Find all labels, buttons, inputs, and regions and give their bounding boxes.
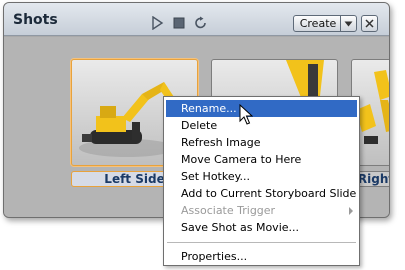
menu-item-save-movie[interactable]: Save Shot as Movie... [164,219,359,236]
menu-item-delete[interactable]: Delete [164,117,359,134]
close-button[interactable] [361,15,378,32]
menu-item-associate-trigger: Associate Trigger [164,202,359,219]
mouse-cursor-icon [239,104,253,125]
stop-icon[interactable] [172,16,186,30]
panel-titlebar: Shots Create [4,3,389,36]
menu-item-add-to-storyboard[interactable]: Add to Current Storyboard Slide [164,185,359,202]
menu-item-properties[interactable]: Properties... [164,248,359,265]
menu-separator [167,242,356,243]
close-icon [365,19,374,28]
menu-item-refresh-image[interactable]: Refresh Image [164,134,359,151]
panel-title: Shots [13,12,58,28]
menu-item-move-camera[interactable]: Move Camera to Here [164,151,359,168]
loop-icon[interactable] [194,16,208,30]
menu-item-set-hotkey[interactable]: Set Hotkey... [164,168,359,185]
create-button-label: Create [299,17,337,30]
create-button[interactable]: Create [293,15,357,32]
context-menu: Rename... Delete Refresh Image Move Came… [163,96,360,266]
menu-item-rename[interactable]: Rename... [166,100,357,117]
chevron-down-icon[interactable] [340,16,356,31]
play-icon[interactable] [150,16,164,30]
submenu-arrow-icon [349,207,353,215]
menu-item-label: Associate Trigger [181,204,276,217]
